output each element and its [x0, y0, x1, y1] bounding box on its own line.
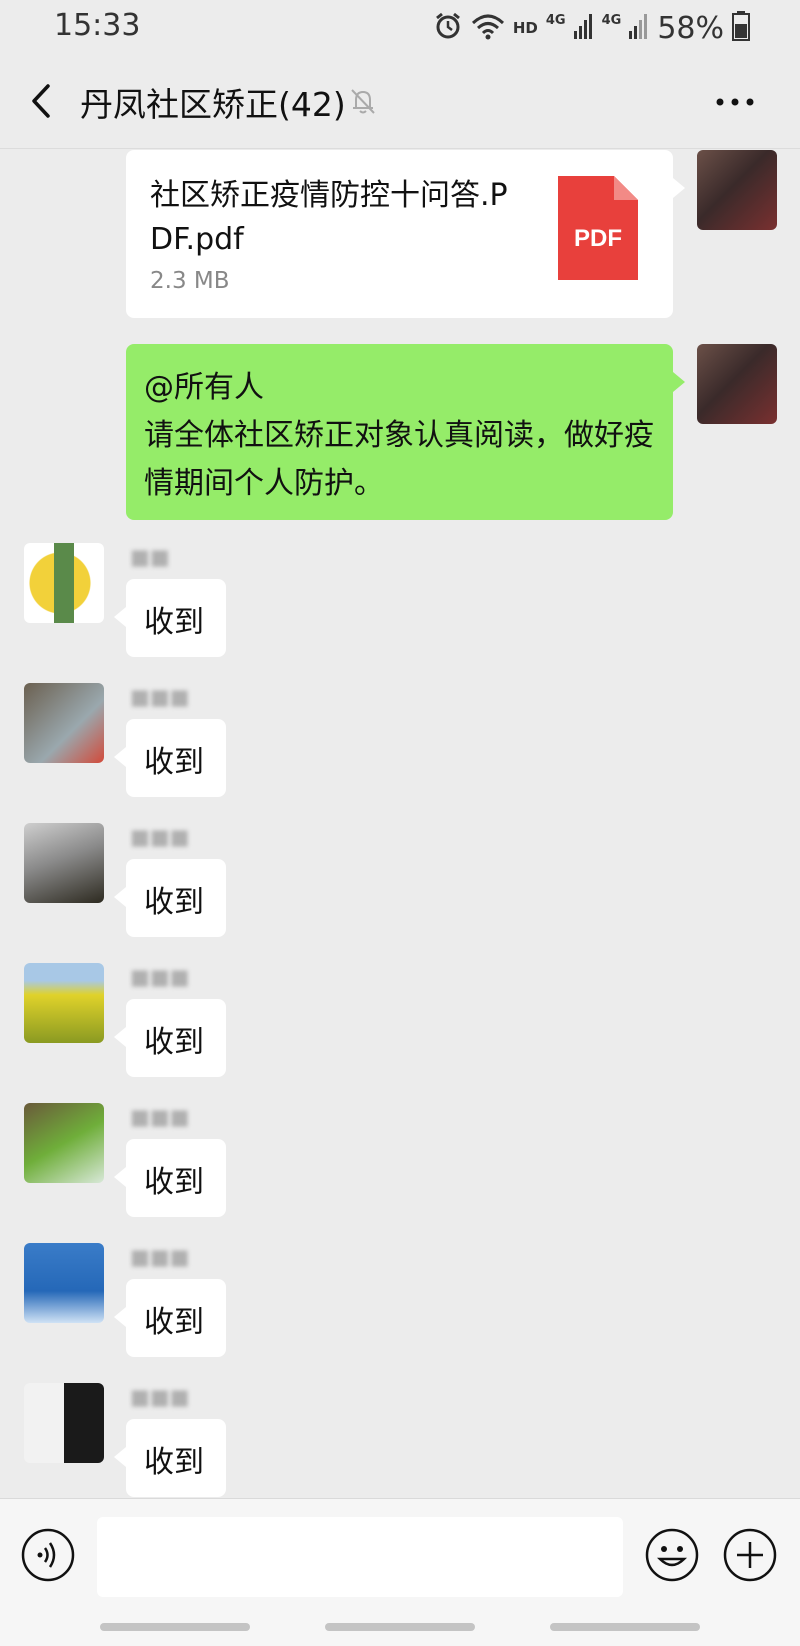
reply-text: 收到 — [144, 1025, 204, 1060]
reply-message[interactable]: 收到 — [114, 719, 226, 797]
message-input[interactable] — [97, 1517, 623, 1597]
avatar[interactable] — [24, 823, 104, 903]
avatar[interactable] — [24, 1383, 104, 1463]
avatar[interactable] — [24, 963, 104, 1043]
reply-message[interactable]: 收到 — [114, 579, 226, 657]
reply-text: 收到 — [144, 1165, 204, 1200]
file-name: 社区矫正疫情防控十问答.PDF.pdf — [150, 178, 508, 257]
reply-text: 收到 — [144, 605, 204, 640]
more-icon — [716, 98, 754, 106]
nav-recents[interactable] — [100, 1623, 250, 1631]
battery-icon — [732, 11, 750, 45]
pdf-file-icon: PDF — [558, 176, 638, 280]
status-icons: HD 4G 4G 58% — [433, 10, 750, 46]
reply-message[interactable]: 收到 — [114, 859, 226, 937]
sender-name: ■■■ — [130, 685, 190, 709]
sender-name: ■■■ — [130, 1385, 190, 1409]
sender-name: ■■■ — [130, 965, 190, 989]
more-button[interactable] — [710, 82, 760, 122]
voice-icon — [21, 1528, 75, 1582]
avatar[interactable] — [24, 1103, 104, 1183]
reply-text: 收到 — [144, 885, 204, 920]
self-avatar[interactable] — [697, 344, 777, 424]
avatar[interactable] — [24, 543, 104, 623]
battery-percent: 58% — [657, 10, 724, 46]
announcement-message[interactable]: @所有人 请全体社区矫正对象认真阅读，做好疫情期间个人防护。 — [126, 344, 685, 520]
mute-bell-icon — [348, 86, 378, 116]
nav-back[interactable] — [550, 1623, 700, 1631]
sender-name: ■■■ — [130, 825, 190, 849]
announcement-text: 请全体社区矫正对象认真阅读，做好疫情期间个人防护。 — [144, 418, 654, 501]
list-item: ■■ 收到 — [0, 543, 800, 673]
reply-message[interactable]: 收到 — [114, 1419, 226, 1497]
signal-icon — [573, 13, 594, 43]
list-item: ■■■ 收到 — [0, 1103, 800, 1233]
back-icon — [32, 84, 50, 118]
avatar[interactable] — [24, 683, 104, 763]
voice-button[interactable] — [20, 1527, 76, 1583]
status-bar: 15:33 HD 4G 4G 58% — [0, 0, 800, 56]
network-label-1: 4G — [545, 12, 566, 28]
hd-label: HD — [512, 19, 538, 37]
self-avatar[interactable] — [697, 150, 777, 230]
reply-message[interactable]: 收到 — [114, 1279, 226, 1357]
sender-name: ■■■ — [130, 1105, 190, 1129]
plus-icon — [723, 1528, 777, 1582]
list-item: ■■■ 收到 — [0, 823, 800, 953]
list-item: ■■■ 收到 — [0, 683, 800, 813]
list-item: ■■■ 收到 — [0, 963, 800, 1093]
status-time: 15:33 — [54, 8, 141, 43]
reply-text: 收到 — [144, 1305, 204, 1340]
nav-home[interactable] — [325, 1623, 475, 1631]
alarm-icon — [433, 11, 463, 45]
mention-all: @所有人 — [144, 370, 264, 405]
list-item: ■■■ 收到 — [0, 1243, 800, 1373]
input-bar — [0, 1498, 800, 1646]
reply-text: 收到 — [144, 745, 204, 780]
chat-header: 丹凤社区矫正(42) — [0, 56, 800, 149]
pdf-label: PDF — [574, 225, 622, 252]
file-size: 2.3 MB — [150, 268, 230, 294]
reply-message[interactable]: 收到 — [114, 999, 226, 1077]
message-list[interactable]: 社区矫正疫情防控十问答.PDF.pdf 2.3 MB PDF @所有人 请全体社… — [0, 148, 800, 1498]
reply-text: 收到 — [144, 1445, 204, 1480]
avatar[interactable] — [24, 1243, 104, 1323]
chat-title: 丹凤社区矫正(42) — [80, 85, 346, 124]
sender-name: ■■ — [130, 545, 170, 569]
emoji-icon — [645, 1528, 699, 1582]
network-label-2: 4G — [601, 12, 622, 28]
wifi-icon — [471, 11, 505, 45]
sender-name: ■■■ — [130, 1245, 190, 1269]
plus-button[interactable] — [722, 1527, 778, 1583]
signal-icon — [629, 13, 649, 43]
emoji-button[interactable] — [644, 1527, 700, 1583]
list-item: ■■■ 收到 — [0, 1383, 800, 1498]
reply-message[interactable]: 收到 — [114, 1139, 226, 1217]
back-button[interactable] — [22, 78, 68, 124]
file-message[interactable]: 社区矫正疫情防控十问答.PDF.pdf 2.3 MB PDF — [126, 150, 685, 318]
